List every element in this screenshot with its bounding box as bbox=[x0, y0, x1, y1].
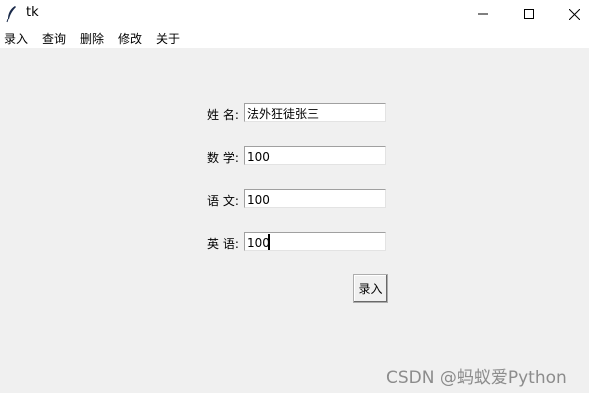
window-title: tk bbox=[26, 5, 39, 20]
minimize-icon bbox=[478, 13, 488, 15]
menu-item-modify[interactable]: 修改 bbox=[118, 30, 142, 47]
minimize-button[interactable] bbox=[460, 0, 506, 28]
chinese-label: 语 文: bbox=[207, 194, 239, 208]
english-label: 英 语: bbox=[207, 237, 239, 251]
title-bar[interactable]: tk bbox=[0, 0, 589, 28]
menu-item-delete[interactable]: 删除 bbox=[80, 30, 104, 47]
menu-item-add[interactable]: 录入 bbox=[4, 30, 28, 47]
name-input[interactable] bbox=[244, 103, 386, 122]
english-input[interactable] bbox=[244, 232, 386, 251]
menu-item-query[interactable]: 查询 bbox=[42, 30, 66, 47]
submit-button[interactable]: 录入 bbox=[353, 274, 388, 303]
menu-item-about[interactable]: 关于 bbox=[156, 30, 180, 47]
feather-icon bbox=[6, 6, 16, 23]
close-icon bbox=[568, 8, 580, 20]
maximize-icon bbox=[524, 9, 534, 19]
app-window: tk 录入 查询 删除 修改 关于 姓 名: 数 学: 语 文: bbox=[0, 0, 589, 393]
maximize-button[interactable] bbox=[506, 0, 552, 28]
close-button[interactable] bbox=[551, 0, 589, 28]
math-input[interactable] bbox=[244, 146, 386, 165]
text-caret bbox=[268, 234, 270, 250]
math-label: 数 学: bbox=[207, 151, 239, 165]
menu-bar: 录入 查询 删除 修改 关于 bbox=[0, 28, 589, 48]
name-label: 姓 名: bbox=[207, 108, 239, 122]
chinese-input[interactable] bbox=[244, 189, 386, 208]
watermark-text: CSDN @蚂蚁爱Python bbox=[386, 368, 567, 388]
